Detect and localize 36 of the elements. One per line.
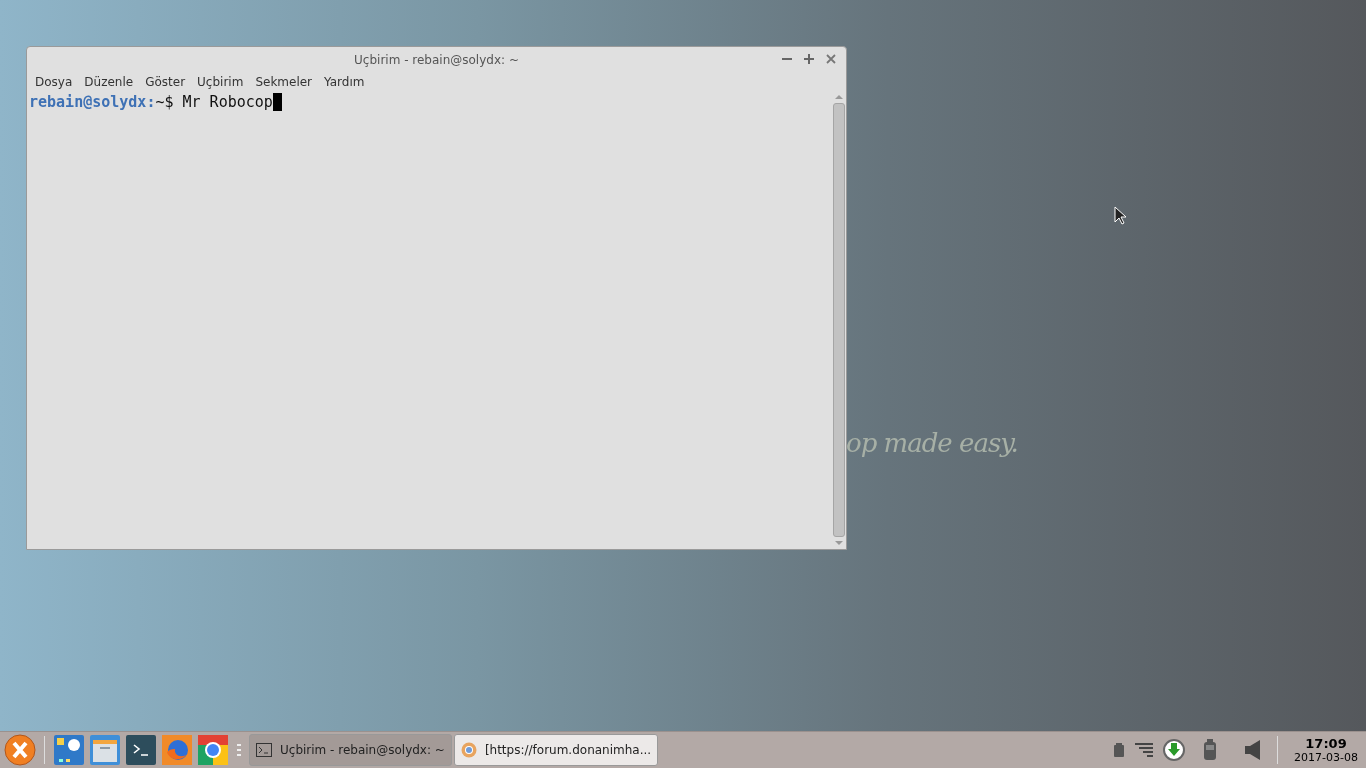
drag-handle-icon[interactable] (237, 744, 243, 756)
chrome-icon (460, 742, 477, 758)
mouse-pointer-icon (1114, 206, 1127, 226)
menu-item[interactable]: Sekmeler (249, 75, 319, 89)
window-title: Uçbirim - rebain@solydx: ~ (354, 53, 519, 67)
wallpaper-tagline: op made easy. (846, 428, 1018, 458)
network-icon[interactable] (1135, 742, 1154, 758)
chrome-icon (197, 734, 229, 766)
folder-icon (89, 734, 121, 766)
launcher-button[interactable] (125, 734, 159, 766)
menu-item[interactable]: Düzenle (78, 75, 140, 89)
launcher-button[interactable] (197, 734, 231, 766)
menu-item[interactable]: Dosya (29, 75, 79, 89)
menu-item[interactable]: Yardım (318, 75, 371, 89)
launcher-button[interactable] (89, 734, 123, 766)
battery-icon[interactable] (1203, 739, 1218, 761)
scroll-up-arrow-icon[interactable] (835, 95, 843, 99)
menu-item[interactable]: Uçbirim (191, 75, 250, 89)
clock-date: 2017-03-08 (1294, 751, 1358, 764)
menu-item[interactable]: Göster (139, 75, 192, 89)
taskbar-task[interactable]: [https://forum.donanimha... (453, 734, 659, 766)
update-download-icon[interactable] (1163, 739, 1186, 761)
minus-icon (782, 58, 792, 60)
clock[interactable]: 17:09 2017-03-08 (1294, 736, 1362, 764)
calendar-clock-icon (53, 734, 85, 766)
volume-icon[interactable] (1245, 739, 1262, 761)
terminal-icon (256, 743, 272, 757)
terminal-icon (125, 734, 157, 766)
launcher-button[interactable] (53, 734, 87, 766)
text-cursor (272, 93, 282, 111)
taskbar-task[interactable]: Uçbirim - rebain@solydx: ~ (249, 734, 452, 766)
scroll-down-arrow-icon[interactable] (835, 541, 843, 545)
clock-time: 17:09 (1305, 736, 1347, 751)
command-line: rebain@solydx:~$ Mr Robocop (29, 93, 830, 111)
start-menu-icon[interactable] (4, 734, 36, 766)
fox-globe-icon (161, 734, 193, 766)
